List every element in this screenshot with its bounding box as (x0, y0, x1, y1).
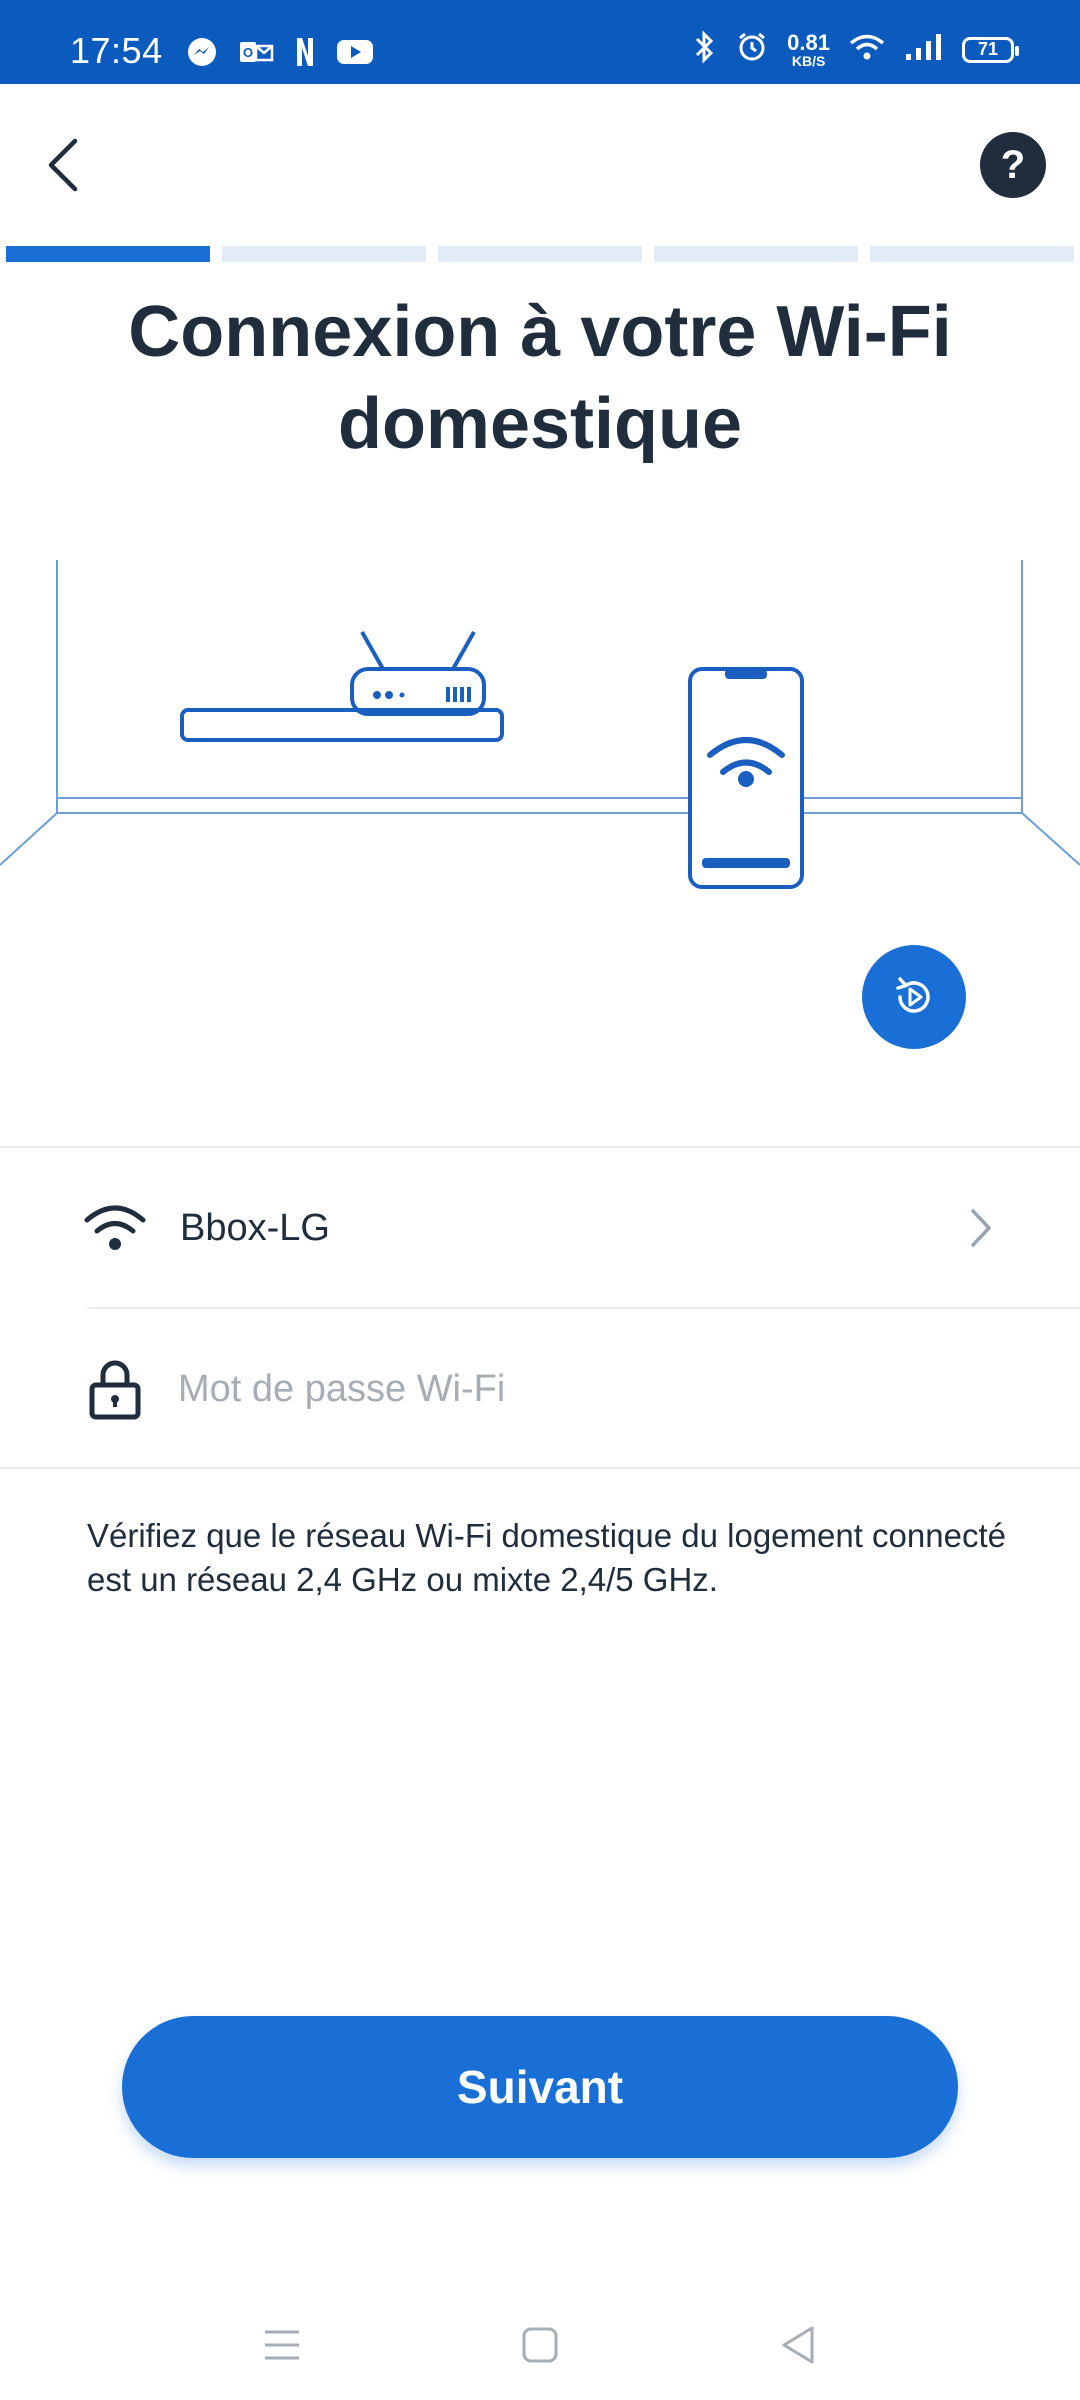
progress-step-3 (438, 246, 642, 262)
network-hint: Vérifiez que le réseau Wi-Fi domestique … (87, 1517, 1006, 1598)
progress-step-4 (654, 246, 858, 262)
help-button[interactable]: ? (980, 132, 1046, 198)
next-button[interactable]: Suivant (122, 2016, 958, 2158)
outlook-icon: O (238, 36, 274, 73)
system-icons: 0.81 KB/S 71 (693, 29, 1019, 69)
notification-icons: O (186, 36, 374, 73)
network-speed: 0.81 KB/S (787, 29, 830, 69)
wifi-network-name: Bbox-LG (180, 1206, 330, 1249)
home-icon[interactable] (500, 2310, 580, 2380)
youtube-icon (336, 38, 374, 71)
alarm-icon (735, 30, 769, 69)
wifi-network-selector[interactable]: Bbox-LG (0, 1148, 1080, 1308)
bluetooth-icon (693, 30, 717, 69)
setup-progress (6, 246, 1074, 262)
router-icon (180, 631, 504, 742)
lock-icon (80, 1354, 150, 1424)
messenger-icon (186, 36, 218, 73)
password-row (0, 1309, 1080, 1469)
status-time: 17:54 (70, 30, 163, 71)
replay-icon (896, 977, 930, 1013)
router-phone-illustration (0, 560, 1080, 889)
wifi-icon (848, 32, 886, 67)
battery-icon: 71 (962, 36, 1019, 63)
back-button[interactable] (28, 130, 98, 200)
wifi-password-input[interactable] (178, 1354, 1038, 1424)
network-speed-value: 0.81 (787, 29, 830, 55)
svg-text:O: O (243, 45, 253, 60)
menu-icon[interactable] (242, 2310, 322, 2380)
progress-step-1 (6, 246, 210, 262)
network-speed-unit: KB/S (791, 52, 826, 69)
back-icon[interactable] (758, 2310, 838, 2380)
status-bar: 17:54 O 0.81 KB/S 71 (0, 0, 1080, 84)
phone-wifi-icon (688, 667, 804, 889)
wifi-icon (80, 1193, 150, 1263)
divider (0, 1467, 1080, 1469)
back-arrow-icon (48, 138, 78, 192)
replay-animation-button[interactable] (862, 945, 966, 1049)
signal-icon (904, 32, 944, 67)
navigation-bar (0, 2290, 1080, 2400)
page-title: Connexion à votre Wi-Fi domestique (128, 292, 952, 464)
progress-step-2 (222, 246, 426, 262)
netflix-icon (294, 36, 316, 73)
chevron-right-icon (968, 1203, 998, 1253)
progress-step-5 (870, 246, 1074, 262)
battery-level: 71 (977, 39, 999, 59)
